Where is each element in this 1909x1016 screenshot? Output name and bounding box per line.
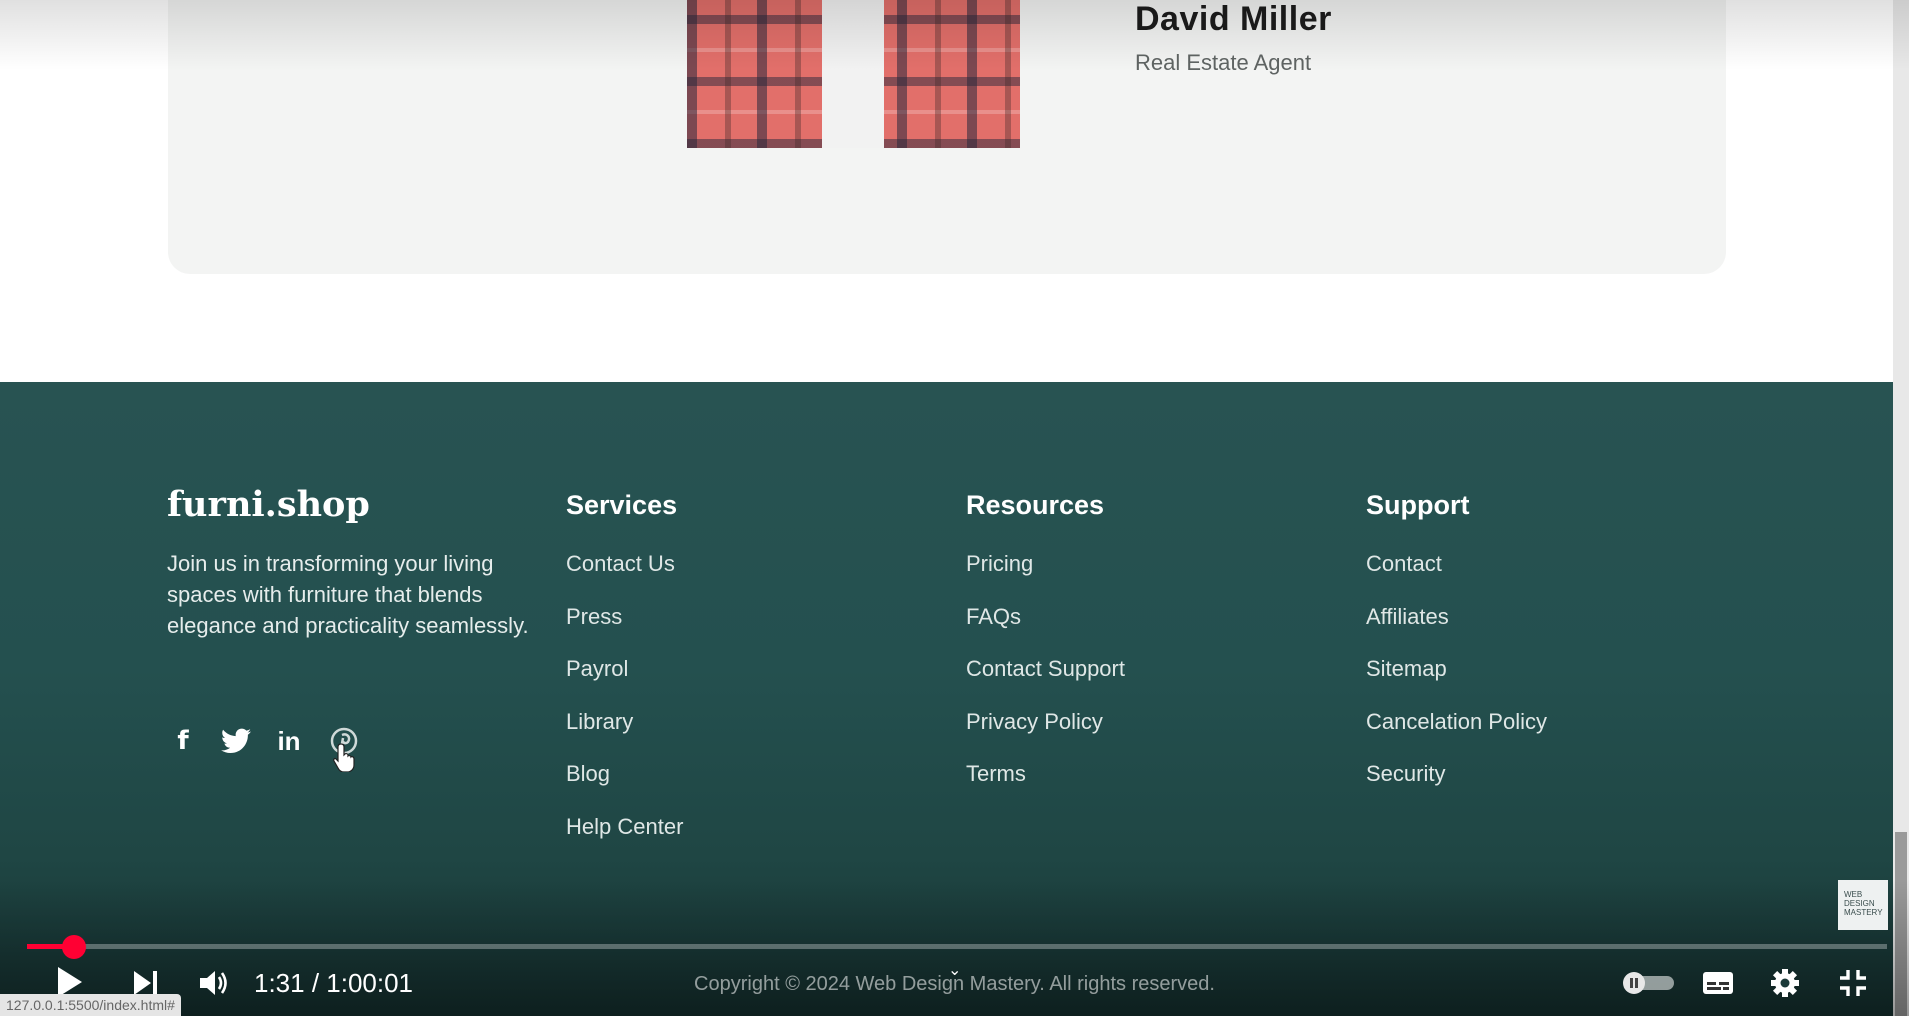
linkedin-icon[interactable]: in — [272, 724, 306, 758]
footer-link-library[interactable]: Library — [566, 709, 633, 735]
footer-link-help-center[interactable]: Help Center — [566, 814, 683, 840]
footer-link-affiliates[interactable]: Affiliates — [1366, 604, 1449, 630]
twitter-icon[interactable] — [219, 724, 253, 758]
footer-link-press[interactable]: Press — [566, 604, 622, 630]
testimonial-role: Real Estate Agent — [1135, 50, 1312, 75]
footer-link-terms[interactable]: Terms — [966, 761, 1026, 787]
page-scrollbar[interactable] — [1893, 0, 1909, 1016]
testimonial-name: David Miller — [1135, 0, 1332, 38]
progress-bar[interactable] — [27, 944, 1887, 949]
footer-link-contact-us[interactable]: Contact Us — [566, 551, 675, 577]
footer-link-cancelation-policy[interactable]: Cancelation Policy — [1366, 709, 1547, 735]
facebook-icon[interactable]: f — [166, 724, 200, 758]
footer-link-security[interactable]: Security — [1366, 761, 1445, 787]
footer-column-title: Support — [1366, 490, 1470, 520]
footer-link-faqs[interactable]: FAQs — [966, 604, 1021, 630]
exit-fullscreen-icon[interactable] — [1838, 968, 1868, 1003]
footer-column-title: Services — [566, 490, 678, 520]
chevron-down-icon[interactable]: ⌄ — [948, 960, 961, 980]
footer-link-sitemap[interactable]: Sitemap — [1366, 656, 1447, 682]
status-url-tooltip: 127.0.0.1:5500/index.html# — [0, 994, 181, 1016]
settings-gear-icon[interactable] — [1770, 968, 1800, 1003]
hand-cursor-icon — [333, 742, 359, 777]
footer-about: Join us in transforming your living spac… — [167, 551, 529, 638]
footer-link-blog[interactable]: Blog — [566, 761, 610, 787]
footer-link-contact-support[interactable]: Contact Support — [966, 656, 1125, 682]
footer-link-contact[interactable]: Contact — [1366, 551, 1442, 577]
footer-link-payrol[interactable]: Payrol — [566, 656, 628, 682]
footer-column-title: Resources — [966, 490, 1105, 520]
testimonial-photo — [687, 0, 1020, 148]
footer-link-pricing[interactable]: Pricing — [966, 551, 1033, 577]
footer-link-privacy-policy[interactable]: Privacy Policy — [966, 709, 1103, 735]
channel-watermark[interactable]: WEB DESIGN MASTERY — [1838, 880, 1888, 930]
autoplay-toggle-icon[interactable] — [1622, 971, 1676, 1000]
subtitles-icon[interactable] — [1702, 971, 1734, 1000]
testimonial-card: David Miller Real Estate Agent — [168, 0, 1726, 274]
footer-brand[interactable]: furni.shop — [167, 484, 370, 525]
progress-scrubber[interactable] — [62, 935, 86, 959]
